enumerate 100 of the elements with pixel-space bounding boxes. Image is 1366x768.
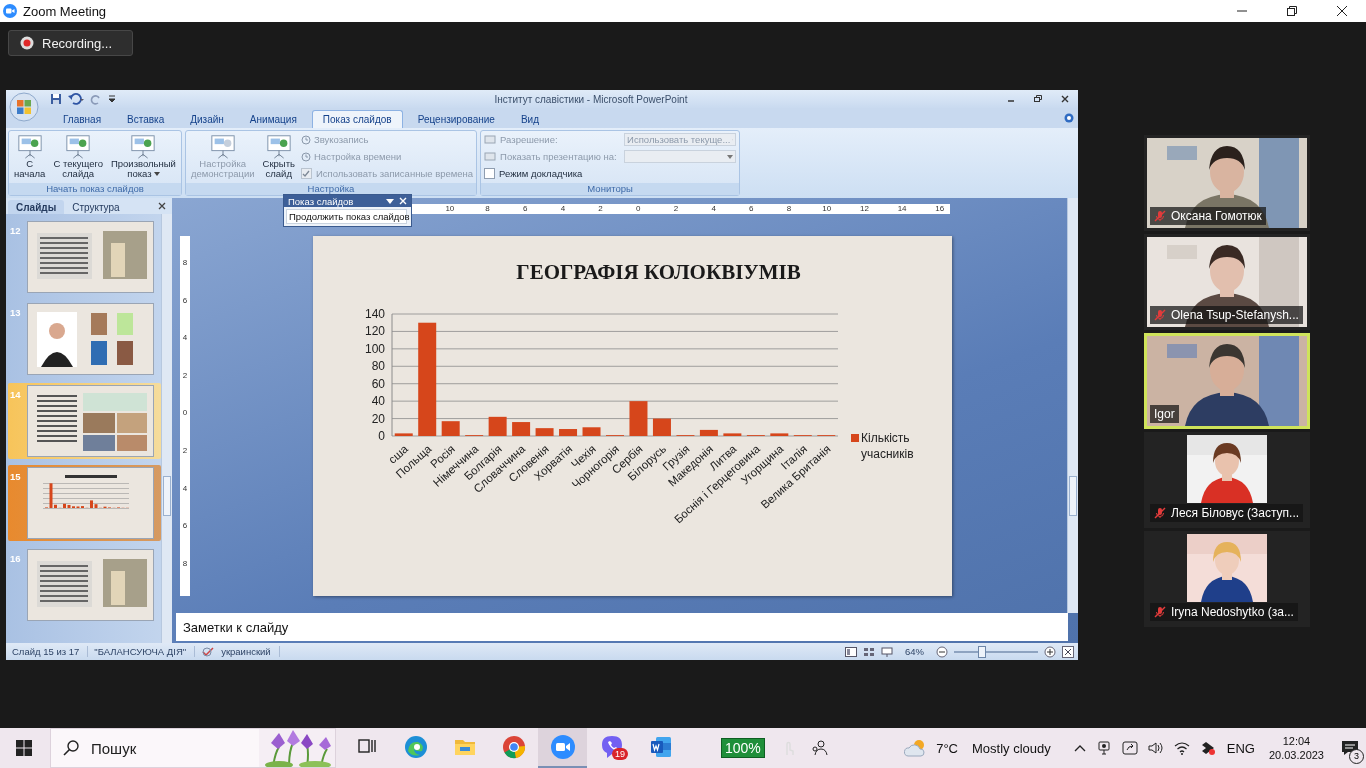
- ribbon-tab[interactable]: Показ слайдов: [311, 110, 403, 128]
- legend-label: Кількість учасників: [861, 431, 914, 461]
- window-title: Інститут славістики - Microsoft PowerPoint: [493, 93, 689, 105]
- axis-label: 120: [364, 324, 385, 339]
- legend-swatch: [851, 434, 859, 442]
- ribbon-button[interactable]: С текущего слайда: [51, 132, 105, 180]
- participant-name: Iryna Nedoshytko (за...: [1171, 605, 1294, 619]
- wifi-icon[interactable]: [1173, 741, 1190, 755]
- ruler-number: 6: [181, 295, 189, 307]
- ribbon-button[interactable]: С начала: [12, 132, 48, 180]
- restore-icon[interactable]: [1286, 5, 1298, 17]
- taskbar-button[interactable]: [538, 728, 587, 768]
- video-tile[interactable]: Igor: [1144, 333, 1310, 429]
- monitor-icon: [484, 134, 497, 145]
- ribbon-tab[interactable]: Рецензирование: [406, 110, 506, 128]
- ruler-number: 0: [635, 204, 642, 214]
- chevron-up-icon[interactable]: [1073, 744, 1086, 752]
- ruler-number: 0: [181, 408, 189, 420]
- axis-label: 80: [371, 359, 385, 374]
- clock-icon: [301, 151, 311, 162]
- zoom-percent[interactable]: 64%: [899, 646, 930, 657]
- slide-number: 15: [10, 470, 22, 484]
- resume-slideshow-button[interactable]: Продолжить показ слайдов: [286, 209, 407, 224]
- slider-thumb[interactable]: [978, 645, 987, 658]
- camera-icon[interactable]: [1095, 741, 1112, 755]
- video-tile[interactable]: Iryna Nedoshytko (за...: [1144, 531, 1310, 627]
- pane-tab[interactable]: Слайды: [8, 200, 65, 214]
- search-input[interactable]: Пошук: [89, 738, 243, 758]
- ribbon-tab[interactable]: Анимация: [238, 110, 308, 128]
- weather-condition[interactable]: Mostly cloudy: [972, 740, 1051, 756]
- ruler-number: 2: [597, 204, 604, 214]
- weather-temperature[interactable]: 7°C: [936, 740, 958, 756]
- normal-view-icon[interactable]: [845, 646, 857, 657]
- monitor-icon: [484, 151, 497, 162]
- speaker-icon[interactable]: [1147, 741, 1164, 755]
- battery-indicator[interactable]: 100%: [721, 738, 765, 758]
- save-icon[interactable]: [50, 93, 62, 105]
- customize-icon[interactable]: [108, 94, 116, 104]
- slide-number: 16: [10, 552, 22, 566]
- checkbox[interactable]: [484, 168, 496, 179]
- ruler-number: 2: [672, 204, 680, 214]
- bar: [559, 429, 578, 436]
- restore-icon[interactable]: [1033, 94, 1043, 104]
- notifications-button[interactable]: 3: [1334, 728, 1366, 768]
- scrollbar[interactable]: [161, 214, 172, 643]
- toolbar-title: Показ слайдов: [288, 195, 354, 207]
- ribbon-tab[interactable]: Главная: [52, 110, 113, 128]
- ruler-number: 6: [748, 204, 755, 214]
- notification-badge: 19: [612, 748, 628, 760]
- recording-indicator[interactable]: Recording...: [8, 30, 133, 56]
- start-icon[interactable]: [16, 740, 32, 756]
- ruler-number: 2: [181, 370, 189, 382]
- close-icon[interactable]: [1060, 94, 1070, 104]
- taskbar-button[interactable]: 19: [587, 728, 636, 768]
- ribbon-tab[interactable]: Вставка: [116, 110, 176, 128]
- language-indicator[interactable]: ENG: [1226, 740, 1255, 756]
- zoom-out-icon[interactable]: [936, 645, 948, 658]
- video-tile[interactable]: Леся Біловус (Заступ...: [1144, 432, 1310, 528]
- help-icon[interactable]: [1064, 113, 1074, 123]
- ruler-number: 14: [896, 204, 908, 214]
- grid-view-icon[interactable]: [863, 646, 875, 657]
- ribbon-button[interactable]: Скрыть слайд: [260, 132, 297, 180]
- spellcheck-icon[interactable]: [201, 645, 216, 658]
- browser-icon: [501, 735, 526, 759]
- share-icon[interactable]: [1121, 741, 1138, 755]
- dropdown-label: Показать презентацию на:: [500, 151, 618, 162]
- ruler-number: 8: [484, 204, 491, 214]
- bar: [770, 433, 789, 436]
- ruler-number: 8: [181, 558, 189, 570]
- clock[interactable]: 12:04 20.03.2023: [1268, 734, 1324, 762]
- axis-label: 140: [364, 307, 385, 321]
- undo-icon[interactable]: [68, 93, 84, 105]
- bar: [699, 429, 718, 436]
- pane-tab[interactable]: Структура: [64, 200, 128, 214]
- record-icon: [20, 36, 34, 50]
- video-tile[interactable]: Оксана Гомотюк: [1144, 135, 1310, 231]
- ruler-number: 12: [858, 204, 870, 214]
- recording-label: Recording...: [42, 35, 113, 51]
- zoom-in-icon[interactable]: [1044, 645, 1056, 658]
- bar: [629, 401, 648, 436]
- participant-name: Оксана Гомотюк: [1171, 209, 1262, 223]
- ribbon-tab[interactable]: Вид: [509, 110, 550, 128]
- search-bar[interactable]: Пошук: [50, 728, 336, 768]
- participant-name: Igor: [1154, 407, 1175, 421]
- ribbon-button[interactable]: Произвольный показ: [108, 132, 178, 180]
- close-icon[interactable]: [1336, 5, 1348, 17]
- video-tile[interactable]: Olena Tsup-Stefanysh...: [1144, 234, 1310, 330]
- close-icon[interactable]: [158, 202, 166, 210]
- fit-window-icon[interactable]: [1062, 645, 1074, 658]
- notes-field[interactable]: Заметки к слайду: [176, 613, 1068, 641]
- video-camera-icon: [550, 735, 575, 759]
- ruler-number: 6: [522, 204, 529, 214]
- window-title: Zoom Meeting: [23, 3, 107, 19]
- slideshow-icon[interactable]: [881, 646, 893, 657]
- scrollbar[interactable]: [1067, 198, 1078, 613]
- axis-label: 20: [371, 411, 385, 426]
- presentation-icon: [64, 133, 93, 159]
- ribbon-tab[interactable]: Дизайн: [179, 110, 235, 128]
- people-icon[interactable]: [810, 739, 829, 757]
- presentation-icon: [264, 133, 293, 159]
